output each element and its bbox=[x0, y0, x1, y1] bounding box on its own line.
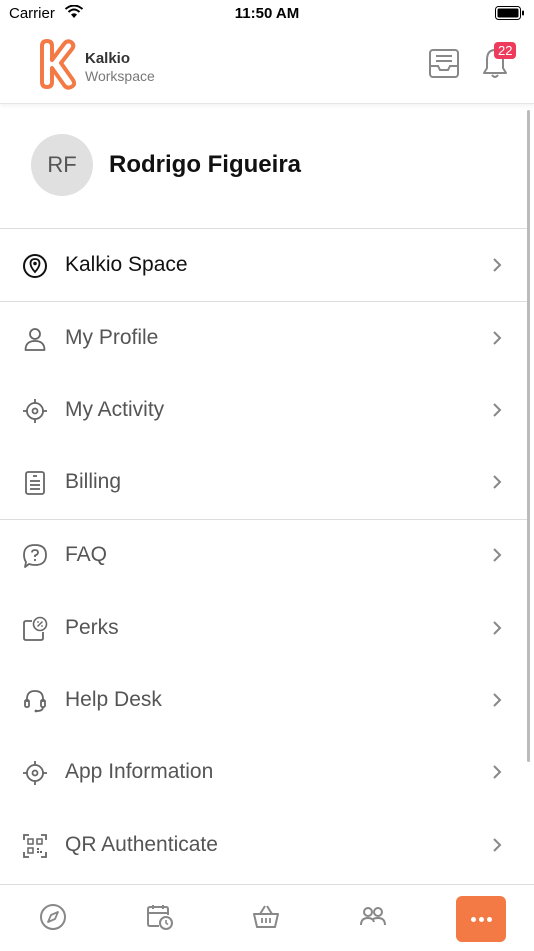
chevron-right-icon bbox=[493, 621, 502, 635]
menu-item-label: Kalkio Space bbox=[65, 253, 188, 276]
kalkio-logo-icon bbox=[40, 39, 77, 90]
question-bubble-icon bbox=[23, 544, 47, 568]
brand-subtitle: Workspace bbox=[85, 68, 155, 84]
chevron-right-icon bbox=[493, 403, 502, 417]
menu-item-faq[interactable]: FAQ bbox=[0, 519, 530, 591]
menu-item-label: QR Authenticate bbox=[65, 833, 218, 856]
chevron-right-icon bbox=[493, 838, 502, 852]
basket-icon bbox=[253, 905, 279, 928]
menu-item-perks[interactable]: Perks bbox=[0, 592, 530, 664]
status-bar: Carrier 11:50 AM bbox=[0, 0, 534, 30]
tab-bookings[interactable] bbox=[140, 897, 180, 937]
menu-item-label: My Activity bbox=[65, 398, 165, 421]
qr-code-icon bbox=[23, 834, 47, 858]
tab-more[interactable] bbox=[456, 896, 506, 942]
chevron-right-icon bbox=[493, 548, 502, 562]
tab-bar bbox=[0, 884, 534, 951]
chevron-right-icon bbox=[493, 475, 502, 489]
chevron-right-icon bbox=[493, 765, 502, 779]
menu-item-kalkio-space[interactable]: Kalkio Space bbox=[0, 229, 530, 301]
discount-tag-icon bbox=[23, 616, 48, 641]
compass-icon bbox=[40, 904, 66, 930]
menu-item-help-desk[interactable]: Help Desk bbox=[0, 664, 530, 736]
tab-explore[interactable] bbox=[33, 897, 73, 937]
person-icon bbox=[24, 328, 46, 351]
user-name: Rodrigo Figueira bbox=[109, 151, 301, 178]
chevron-right-icon bbox=[493, 693, 502, 707]
menu-item-qr-authenticate[interactable]: QR Authenticate bbox=[0, 809, 530, 881]
chevron-right-icon bbox=[493, 331, 502, 345]
avatar: RF bbox=[31, 134, 93, 196]
menu-item-label: App Information bbox=[65, 760, 214, 783]
target-icon bbox=[23, 761, 47, 785]
menu-item-billing[interactable]: Billing bbox=[0, 446, 530, 518]
headset-icon bbox=[24, 690, 46, 713]
menu-item-label: FAQ bbox=[65, 543, 108, 566]
menu-item-my-activity[interactable]: My Activity bbox=[0, 374, 530, 446]
menu-item-label: Help Desk bbox=[65, 688, 162, 711]
calendar-clock-icon bbox=[147, 905, 173, 930]
target-icon bbox=[23, 399, 47, 423]
tab-shop[interactable] bbox=[246, 897, 286, 937]
receipt-icon bbox=[25, 471, 45, 495]
notification-badge: 22 bbox=[494, 42, 517, 59]
menu-item-app-information[interactable]: App Information bbox=[0, 736, 530, 808]
inbox-button[interactable] bbox=[427, 46, 461, 80]
inbox-icon bbox=[429, 49, 459, 78]
menu-item-label: Billing bbox=[65, 470, 122, 493]
clock: 11:50 AM bbox=[234, 5, 300, 22]
menu-item-label: My Profile bbox=[65, 326, 159, 349]
scrollbar[interactable] bbox=[527, 110, 530, 762]
menu-item-label: Perks bbox=[65, 616, 119, 639]
app-header: Kalkio Workspace 22 bbox=[0, 30, 534, 104]
menu-item-my-profile[interactable]: My Profile bbox=[0, 302, 530, 374]
chevron-right-icon bbox=[493, 258, 502, 272]
brand-name: Kalkio bbox=[85, 50, 131, 67]
location-pin-icon bbox=[23, 254, 47, 278]
profile-header[interactable]: RF Rodrigo Figueira bbox=[0, 104, 530, 229]
people-icon bbox=[360, 907, 386, 926]
battery-icon bbox=[495, 6, 524, 20]
tab-community[interactable] bbox=[353, 897, 393, 937]
